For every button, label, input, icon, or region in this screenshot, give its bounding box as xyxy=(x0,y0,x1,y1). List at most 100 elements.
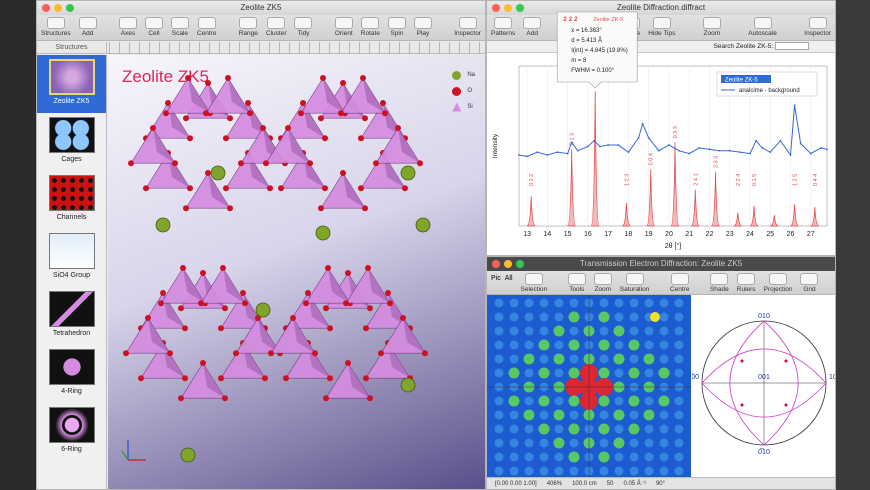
status-field[interactable]: 0.05 Å⁻¹ xyxy=(623,480,646,487)
zoom-button[interactable] xyxy=(516,260,524,268)
toolbar-range-button[interactable]: Range xyxy=(235,17,262,37)
x-tick-label: 21 xyxy=(685,231,693,238)
toolbar-zoom-button[interactable]: Zoom xyxy=(590,273,616,293)
background-point xyxy=(826,148,828,151)
toolbar-tidy-button[interactable]: Tidy xyxy=(290,17,316,37)
background-point xyxy=(820,147,822,149)
sidebar-item-label: Tetrahedron xyxy=(52,330,91,337)
diffraction-spot xyxy=(614,396,624,406)
status-field[interactable]: 100.0 cm xyxy=(572,481,597,487)
toolbar-scale-button[interactable]: Scale xyxy=(167,17,193,37)
toolbar-structures-button[interactable]: Structures xyxy=(37,17,75,37)
oxygen-atom xyxy=(385,290,391,296)
sodium-atom xyxy=(415,217,431,233)
stereogram[interactable]: 010 0̅10 1̅00 100 001 xyxy=(687,295,836,479)
structure-canvas[interactable]: Zeolite ZK5 Na O Si xyxy=(108,55,485,489)
diffraction-plot[interactable]: 13 14 15 16 17 18 19 20 21 22 23 24 25 26 27 2θ [°] Inte… xyxy=(487,11,836,256)
toolbar-spin-button[interactable]: Spin xyxy=(384,17,410,37)
toolbar-autoscale-button[interactable]: Autoscale xyxy=(744,17,781,37)
cell-icon xyxy=(144,17,163,29)
sidebar-item-cages[interactable]: Cages xyxy=(37,113,106,171)
status-field[interactable]: 406% xyxy=(547,481,562,487)
toolbar-centre-button[interactable]: Centre xyxy=(666,273,694,293)
stereogram-view[interactable]: 010 0̅10 1̅00 100 001 xyxy=(687,295,836,479)
toolbar-projection-button[interactable]: Projection xyxy=(760,273,797,293)
minimize-button[interactable] xyxy=(504,4,512,12)
toolbar-cluster-button[interactable]: Cluster xyxy=(262,17,291,37)
close-button[interactable] xyxy=(42,4,50,12)
oxygen-atom xyxy=(167,350,173,357)
oxygen-atom xyxy=(240,290,246,296)
toolbar-selection-button[interactable]: Selection xyxy=(517,273,552,293)
peak-label: 0 4 4 xyxy=(813,174,819,186)
sidebar-item-zeolite-zk5[interactable]: Zeolite ZK5 xyxy=(37,55,106,113)
diffraction-spot xyxy=(568,423,580,435)
tidy-icon xyxy=(294,17,313,29)
sidebar-item-channels[interactable]: Channels xyxy=(37,171,106,229)
peak-label: 0 2 2 xyxy=(529,174,535,186)
tab-pic[interactable]: Pic xyxy=(491,275,501,282)
tab-all[interactable]: All xyxy=(505,275,513,282)
status-field[interactable]: [0.00 0.00 1.00] xyxy=(495,481,537,487)
search-input[interactable] xyxy=(775,42,809,51)
oxygen-atom xyxy=(340,170,346,176)
toolbar-play-button[interactable]: Play xyxy=(410,17,436,37)
toolbar-label: Hide Tips xyxy=(648,30,676,37)
diffraction-spot xyxy=(674,368,684,378)
diffraction-spot xyxy=(509,410,519,420)
toolbar-inspector-button[interactable]: Inspector xyxy=(800,17,835,37)
toolbar-inspector-button[interactable]: Inspector xyxy=(450,17,485,37)
sidebar-item-tetrahedron[interactable]: Tetrahedron xyxy=(37,287,106,345)
sidebar-item-6-ring[interactable]: 6-Ring xyxy=(37,403,106,461)
toolbar-label: Add xyxy=(526,30,538,37)
tem-pattern[interactable] xyxy=(487,295,691,479)
oxygen-atom xyxy=(300,100,306,106)
diffraction-spot xyxy=(554,396,564,406)
toolbar-grid-button[interactable]: Grid xyxy=(796,273,822,293)
toolbar-hide-tips-button[interactable]: Hide Tips xyxy=(644,17,679,37)
diffraction-spot xyxy=(629,452,639,462)
y-axis-label: Intensity xyxy=(492,133,499,158)
diffraction-spot xyxy=(524,438,534,448)
orient-icon xyxy=(334,17,353,29)
tooltip-hkl: 2 2 2 xyxy=(563,16,578,23)
x-tick-label: 13 xyxy=(523,231,531,238)
toolbar-centre-button[interactable]: Centre xyxy=(193,17,221,37)
zoom-button[interactable] xyxy=(516,4,524,12)
cluster-icon xyxy=(267,17,286,29)
thumbnail xyxy=(48,349,95,385)
oxygen-atom xyxy=(220,265,226,271)
toolbar-rulers-button[interactable]: Rulers xyxy=(733,273,760,293)
diffraction-spot xyxy=(553,353,565,365)
toolbar-add-button[interactable]: Add xyxy=(75,17,101,37)
oxygen-atom xyxy=(160,290,166,296)
x-axis-label: 2θ [°] xyxy=(665,242,681,250)
oxygen-atom xyxy=(318,115,324,122)
diffraction-spot xyxy=(643,353,655,365)
toolbar-shade-button[interactable]: Shade xyxy=(706,273,733,293)
close-button[interactable] xyxy=(492,260,500,268)
minimize-button[interactable] xyxy=(54,4,62,12)
toolbar-axes-button[interactable]: Axes xyxy=(115,17,141,37)
diffraction-spot xyxy=(629,354,639,364)
status-field[interactable]: 90° xyxy=(656,481,665,487)
toolbar-cell-button[interactable]: Cell xyxy=(141,17,167,37)
toolbar-add-button[interactable]: Add xyxy=(519,17,545,37)
minimize-button[interactable] xyxy=(504,260,512,268)
toolbar-tools-button[interactable]: Tools xyxy=(564,273,590,293)
toolbar-patterns-button[interactable]: Patterns xyxy=(487,17,519,37)
diffraction-pattern-view[interactable] xyxy=(487,295,691,479)
sidebar-item-sio4-group[interactable]: SiO4 Group xyxy=(37,229,106,287)
sidebar-item-4-ring[interactable]: 4-Ring xyxy=(37,345,106,403)
axis-b xyxy=(121,450,129,461)
toolbar-zoom-button[interactable]: Zoom xyxy=(699,17,725,37)
zoom-icon xyxy=(593,273,612,285)
toolbar-rotate-button[interactable]: Rotate xyxy=(357,17,384,37)
oxygen-atom xyxy=(323,305,329,312)
toolbar-orient-button[interactable]: Orient xyxy=(331,17,357,37)
close-button[interactable] xyxy=(492,4,500,12)
crystal-structure[interactable] xyxy=(108,55,486,490)
toolbar-saturation-button[interactable]: Saturation xyxy=(616,273,654,293)
status-field[interactable]: 50 xyxy=(607,481,614,487)
zoom-button[interactable] xyxy=(66,4,74,12)
